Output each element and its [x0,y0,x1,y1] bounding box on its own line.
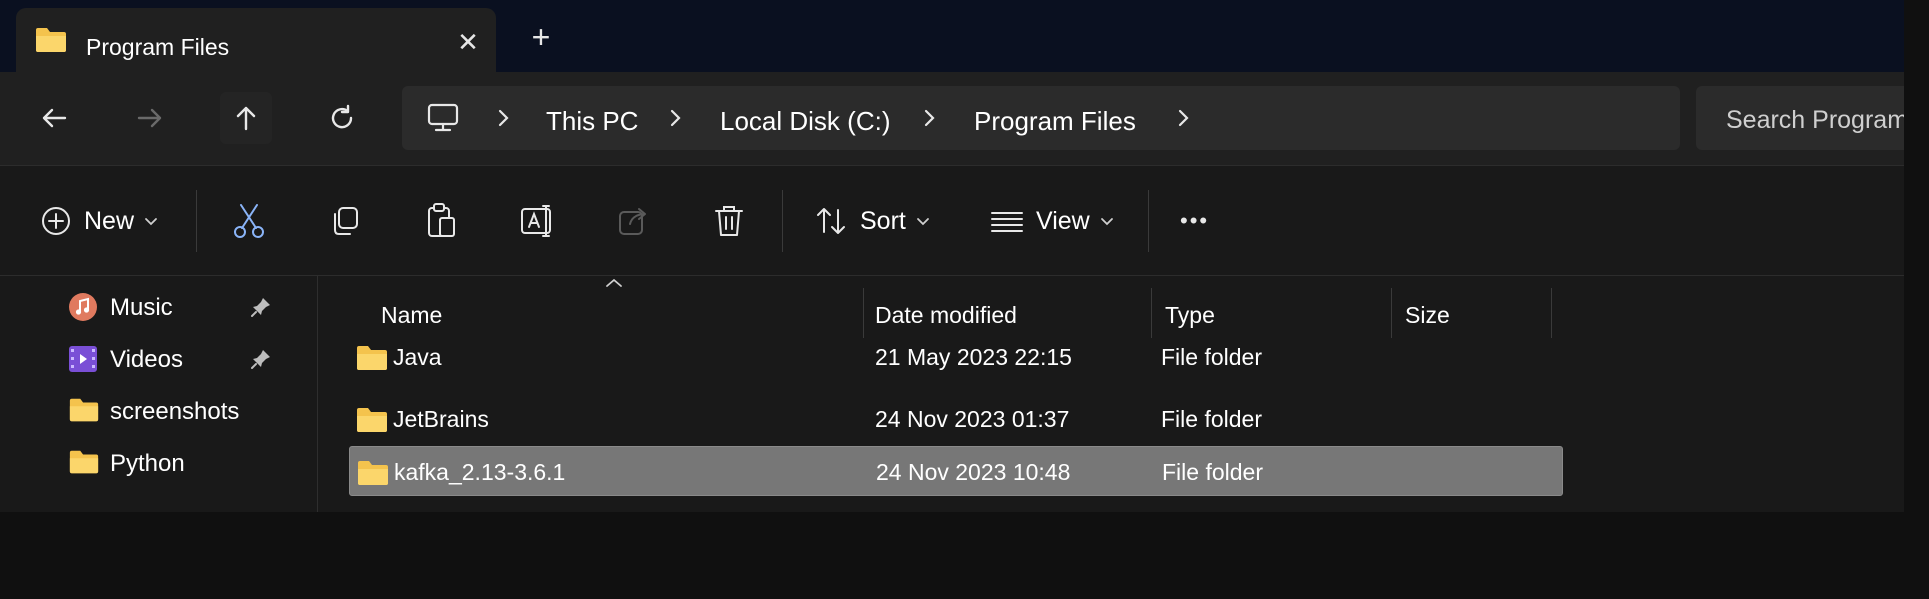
column-divider[interactable] [1151,288,1152,338]
copy-icon [334,207,358,235]
new-button[interactable]: New [40,196,158,246]
breadcrumb-this-pc[interactable]: This PC [546,106,638,137]
forward-button[interactable] [124,92,176,144]
file-name: JetBrains [393,406,489,432]
pin-icon[interactable] [250,296,272,323]
sort-button[interactable]: Sort [814,196,930,246]
chevron-down-icon [1100,218,1113,226]
sidebar-item-python[interactable]: Python [0,438,317,488]
videos-icon [68,344,98,379]
folder-icon [355,406,389,439]
folder-icon [356,459,390,492]
toolbar-divider [782,190,783,252]
list-lines-icon [991,212,1023,232]
file-explorer-window: Program Files ✕ + This PC Local Disk (C:… [0,0,1904,512]
refresh-icon [331,104,353,129]
new-label: New [84,206,135,235]
sidebar-item-videos[interactable]: Videos [0,334,317,384]
file-type: File folder [1161,406,1262,432]
computer-icon [426,102,460,139]
command-bar: New Sort View ••• [0,166,1904,276]
refresh-button[interactable] [316,92,368,144]
column-divider[interactable] [1551,288,1552,338]
sort-arrows-icon [817,208,845,234]
delete-button[interactable] [712,196,746,246]
column-header-name[interactable]: Name [381,302,442,329]
chevron-right-icon[interactable] [496,106,512,135]
paste-button[interactable] [424,196,458,246]
folder-icon [68,448,100,481]
new-tab-button[interactable]: + [524,19,558,55]
share-icon [619,208,646,235]
more-options-button[interactable]: ••• [1180,196,1209,246]
folder-icon [355,344,389,377]
trash-icon [715,206,743,236]
folder-icon [34,26,68,59]
column-divider[interactable] [863,288,864,338]
search-placeholder: Search Program Files [1726,106,1904,134]
sidebar-item-label: Python [110,450,185,477]
cut-button[interactable] [232,196,266,246]
rename-icon [521,205,551,237]
column-header-size[interactable]: Size [1405,302,1450,329]
up-arrow-icon [236,106,256,131]
forward-arrow-icon [137,108,162,128]
breadcrumb-local-disk[interactable]: Local Disk (C:) [720,106,890,137]
chevron-down-icon [145,218,157,226]
file-type: File folder [1162,459,1263,485]
breadcrumb-program-files[interactable]: Program Files [974,106,1136,137]
table-row[interactable]: JetBrains 24 Nov 2023 01:37 File folder [349,394,1563,444]
toolbar-divider [1148,190,1149,252]
scissors-icon [234,204,264,238]
folder-icon [68,396,100,429]
table-row[interactable]: Java 21 May 2023 22:15 File folder [349,332,1563,382]
pin-icon[interactable] [250,348,272,375]
plus-circle-icon [42,207,70,235]
share-button[interactable] [616,196,650,246]
view-button[interactable]: View [990,196,1114,246]
title-bar: Program Files ✕ + [0,0,1904,72]
tab-title: Program Files [86,34,230,60]
column-header-row: Name Date modified Type Size [319,288,1563,338]
view-label: View [1036,206,1090,235]
tab-program-files[interactable]: Program Files ✕ [16,8,496,72]
file-list: Name Date modified Type Size Java 21 May… [319,276,1904,512]
column-header-type[interactable]: Type [1165,302,1215,329]
file-name: kafka_2.13-3.6.1 [394,459,566,485]
file-date-modified: 24 Nov 2023 01:37 [875,406,1070,432]
more-dots-icon: ••• [1180,208,1210,233]
file-date-modified: 24 Nov 2023 10:48 [876,459,1071,485]
sidebar-item-label: Music [110,294,173,321]
music-icon [68,292,98,327]
copy-button[interactable] [328,196,362,246]
chevron-right-icon[interactable] [1176,106,1192,135]
file-date-modified: 21 May 2023 22:15 [875,344,1072,370]
file-name: Java [393,344,442,370]
sidebar-item-music[interactable]: Music [0,282,317,332]
chevron-right-icon[interactable] [922,106,938,135]
address-bar[interactable]: This PC Local Disk (C:) Program Files [402,86,1680,150]
up-button[interactable] [220,92,272,144]
chevron-down-icon [916,218,929,226]
back-button[interactable] [28,92,80,144]
navigation-bar: This PC Local Disk (C:) Program Files Se… [0,72,1904,166]
sidebar-item-label: screenshots [110,398,240,425]
clipboard-icon [428,203,455,237]
sidebar-item-label: Videos [110,346,183,373]
chevron-right-icon[interactable] [668,106,684,135]
close-tab-icon[interactable]: ✕ [454,27,482,57]
column-divider[interactable] [1391,288,1392,338]
back-arrow-icon [42,108,67,128]
toolbar-divider [196,190,197,252]
sidebar-item-screenshots[interactable]: screenshots [0,386,317,436]
file-type: File folder [1161,344,1262,370]
search-input[interactable]: Search Program Files [1696,86,1904,150]
sort-label: Sort [860,206,906,235]
rename-button[interactable] [520,196,556,246]
column-header-date[interactable]: Date modified [875,302,1017,329]
navigation-pane: Music Videos screenshots Python [0,276,318,512]
table-row-selected[interactable]: kafka_2.13-3.6.1 24 Nov 2023 10:48 File … [349,446,1563,496]
